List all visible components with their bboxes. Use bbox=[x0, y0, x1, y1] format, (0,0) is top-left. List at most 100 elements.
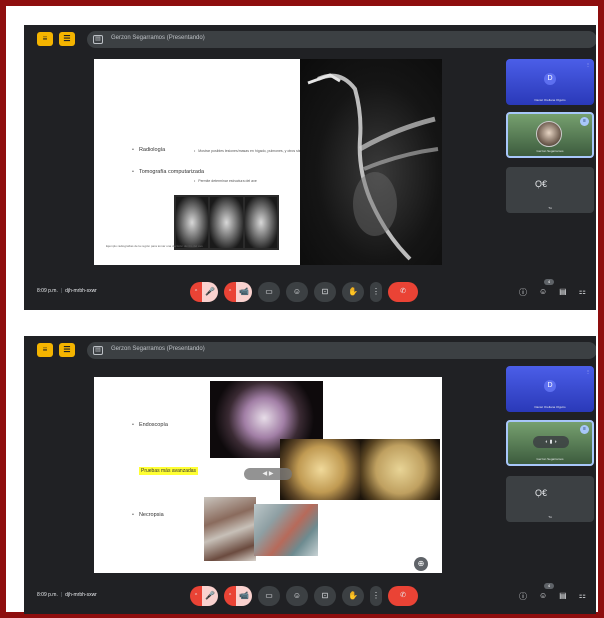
emoji-button[interactable]: ☺ bbox=[286, 586, 308, 606]
shared-slide: Radiología Mostrar posibles lesiones/mas… bbox=[94, 59, 442, 265]
camera-off-button[interactable]: 📹 bbox=[236, 586, 252, 606]
zoom-fab-icon[interactable]: ⊕ bbox=[414, 557, 428, 571]
camera-options-button[interactable]: ^ bbox=[224, 586, 236, 606]
participant-name: Gerzon Segarramos bbox=[536, 457, 564, 461]
ct-image bbox=[176, 197, 209, 248]
side-controls: ⓘ ☺ ▤ ⚏ bbox=[519, 591, 586, 602]
presenter-bar[interactable]: ▤ Gerzon Segarramos (Presentando) bbox=[87, 31, 596, 48]
participant-name: Gerzon Segarramos bbox=[536, 149, 564, 153]
slide-sub-bullet: Mostrar posibles lesiones/masas en hígad… bbox=[194, 149, 310, 153]
meet-control-bar: 8:09 p.m. | djh-mrbh-sxwr ^ 🎤 ^ 📹 ▭ ☺ ⊡ ✋ … bbox=[24, 583, 596, 611]
raise-hand-button[interactable]: ✋ bbox=[342, 282, 364, 302]
self-avatar: Ọ€ bbox=[535, 179, 548, 189]
meet-topbar: ≡ ☰ ▤ Gerzon Segarramos (Presentando) bbox=[24, 336, 596, 366]
participant-tile-self[interactable]: Ọ€ Tú bbox=[506, 167, 594, 213]
sidebar-toggle-button[interactable]: ≡ bbox=[37, 32, 53, 46]
camera-options-button[interactable]: ^ bbox=[224, 282, 236, 302]
meet-window-top: ≡ ☰ ▤ Gerzon Segarramos (Presentando) Ra… bbox=[24, 25, 596, 310]
reaction-overlay: ◐ ▮ ◑ bbox=[533, 436, 569, 448]
meeting-code: djh-mrbh-sxwr bbox=[65, 288, 97, 294]
info-icon[interactable]: ⓘ bbox=[519, 287, 527, 298]
presentation-icon: ▤ bbox=[93, 35, 103, 44]
mic-options-button[interactable]: ^ bbox=[190, 586, 202, 606]
raise-hand-button[interactable]: ✋ bbox=[342, 586, 364, 606]
participant-tile-daniel[interactable]: ⋮ D Daniel Orellana Olgutio bbox=[506, 59, 594, 105]
presenter-title: Gerzon Segarramos (Presentando) bbox=[111, 35, 205, 41]
sidebar-toggle-button[interactable]: ≡ bbox=[37, 343, 53, 357]
speaking-indicator-icon: ≡ bbox=[580, 117, 589, 126]
emoji-button[interactable]: ☺ bbox=[286, 282, 308, 302]
presenter-title: Gerzon Segarramos (Presentando) bbox=[111, 346, 205, 352]
activities-icon[interactable]: ⚏ bbox=[579, 591, 586, 602]
call-controls: ^ 🎤 ^ 📹 ▭ ☺ ⊡ ✋ ⋮ ✆ bbox=[190, 282, 418, 302]
slide-caption: Ejemplo radiografías de la región para t… bbox=[106, 244, 203, 248]
ct-image bbox=[210, 197, 243, 248]
slide-bullet-necropsia: Necropsia bbox=[132, 512, 164, 518]
people-icon[interactable]: ☺ bbox=[539, 591, 547, 602]
participant-name: Daniel Orellana Olgutio bbox=[534, 405, 566, 409]
meet-control-bar: 8:09 p.m. | djh-mrbh-sxwr ^ 🎤 ^ 📹 ▭ ☺ ⊡ ✋ … bbox=[24, 279, 596, 307]
more-options-button[interactable]: ⋮ bbox=[370, 586, 382, 606]
necropsy-image bbox=[254, 504, 318, 556]
info-icon[interactable]: ⓘ bbox=[519, 591, 527, 602]
more-options-icon[interactable]: ⋮ bbox=[586, 369, 590, 374]
more-options-button[interactable]: ⋮ bbox=[370, 282, 382, 302]
slide-bullet-tomografia: Tomografía computarizada bbox=[132, 169, 204, 175]
present-button[interactable]: ⊡ bbox=[314, 586, 336, 606]
camera-off-button[interactable]: 📹 bbox=[236, 282, 252, 302]
presenter-bar[interactable]: ▤ Gerzon Segarramos (Presentando) bbox=[87, 342, 596, 359]
shared-slide: Endoscopía Pruebas más avanzadas Necrops… bbox=[94, 377, 442, 573]
participant-tile-gerzon[interactable]: ≡ Gerzon Segarramos bbox=[506, 112, 594, 158]
screenshot-frame: ≡ ☰ ▤ Gerzon Segarramos (Presentando) Ra… bbox=[0, 0, 604, 618]
slide-sub-bullet: Permite determinar estructura del ave bbox=[194, 179, 257, 183]
slide-bullet-radiologia: Radiología bbox=[132, 147, 165, 153]
participant-tile-daniel[interactable]: ⋮ D Daniel Orellana Olgutio bbox=[506, 366, 594, 412]
meeting-time: 8:09 p.m. bbox=[37, 288, 58, 294]
participant-name: Tú bbox=[548, 515, 552, 519]
meet-topbar: ≡ ☰ ▤ Gerzon Segarramos (Presentando) bbox=[24, 25, 596, 55]
people-icon[interactable]: ☺ bbox=[539, 287, 547, 298]
slide-bullet-endoscopia: Endoscopía bbox=[132, 422, 168, 428]
participant-tile-gerzon[interactable]: ◐ ▮ ◑ ≡ Gerzon Segarramos bbox=[506, 420, 594, 466]
menu-button[interactable]: ☰ bbox=[59, 32, 75, 46]
present-button[interactable]: ⊡ bbox=[314, 282, 336, 302]
meeting-code: djh-mrbh-sxwr bbox=[65, 592, 97, 598]
more-options-icon[interactable]: ⋮ bbox=[586, 62, 590, 67]
end-call-button[interactable]: ✆ bbox=[388, 282, 418, 302]
side-controls: ⓘ ☺ ▤ ⚏ bbox=[519, 287, 586, 298]
end-call-button[interactable]: ✆ bbox=[388, 586, 418, 606]
bird-xray-image bbox=[300, 59, 442, 265]
participant-name: Tú bbox=[548, 206, 552, 210]
avatar: D bbox=[544, 73, 556, 85]
self-avatar: Ọ€ bbox=[535, 488, 548, 498]
ct-scan-images bbox=[174, 195, 279, 250]
mic-off-button[interactable]: 🎤 bbox=[202, 586, 218, 606]
endoscopy-image bbox=[360, 439, 440, 500]
participant-count-badge: 4 bbox=[544, 279, 554, 285]
presentation-icon: ▤ bbox=[93, 346, 103, 355]
participant-name: Daniel Orellana Olgutio bbox=[534, 98, 566, 102]
captions-button[interactable]: ▭ bbox=[258, 282, 280, 302]
necropsy-image bbox=[204, 497, 256, 561]
meeting-time: 8:09 p.m. bbox=[37, 592, 58, 598]
mic-options-button[interactable]: ^ bbox=[190, 282, 202, 302]
participant-tile-self[interactable]: Ọ€ Tú bbox=[506, 476, 594, 522]
mic-off-button[interactable]: 🎤 bbox=[202, 282, 218, 302]
participant-video bbox=[536, 121, 562, 147]
chat-icon[interactable]: ▤ bbox=[559, 591, 567, 602]
meet-window-bottom: ≡ ☰ ▤ Gerzon Segarramos (Presentando) En… bbox=[24, 336, 596, 614]
chat-icon[interactable]: ▤ bbox=[559, 287, 567, 298]
meeting-clock: 8:09 p.m. | djh-mrbh-sxwr bbox=[37, 592, 97, 598]
slide-nav-control[interactable]: ◀ ▶ bbox=[244, 468, 292, 480]
endoscopy-image bbox=[280, 439, 362, 500]
call-controls: ^ 🎤 ^ 📹 ▭ ☺ ⊡ ✋ ⋮ ✆ bbox=[190, 586, 418, 606]
menu-button[interactable]: ☰ bbox=[59, 343, 75, 357]
slide-highlight: Pruebas más avanzadas bbox=[139, 467, 199, 475]
speaking-indicator-icon: ≡ bbox=[580, 425, 589, 434]
avatar: D bbox=[544, 380, 556, 392]
activities-icon[interactable]: ⚏ bbox=[579, 287, 586, 298]
captions-button[interactable]: ▭ bbox=[258, 586, 280, 606]
participant-count-badge: 4 bbox=[544, 583, 554, 589]
ct-image bbox=[244, 197, 277, 248]
bird-skeleton-graphic bbox=[307, 73, 439, 261]
